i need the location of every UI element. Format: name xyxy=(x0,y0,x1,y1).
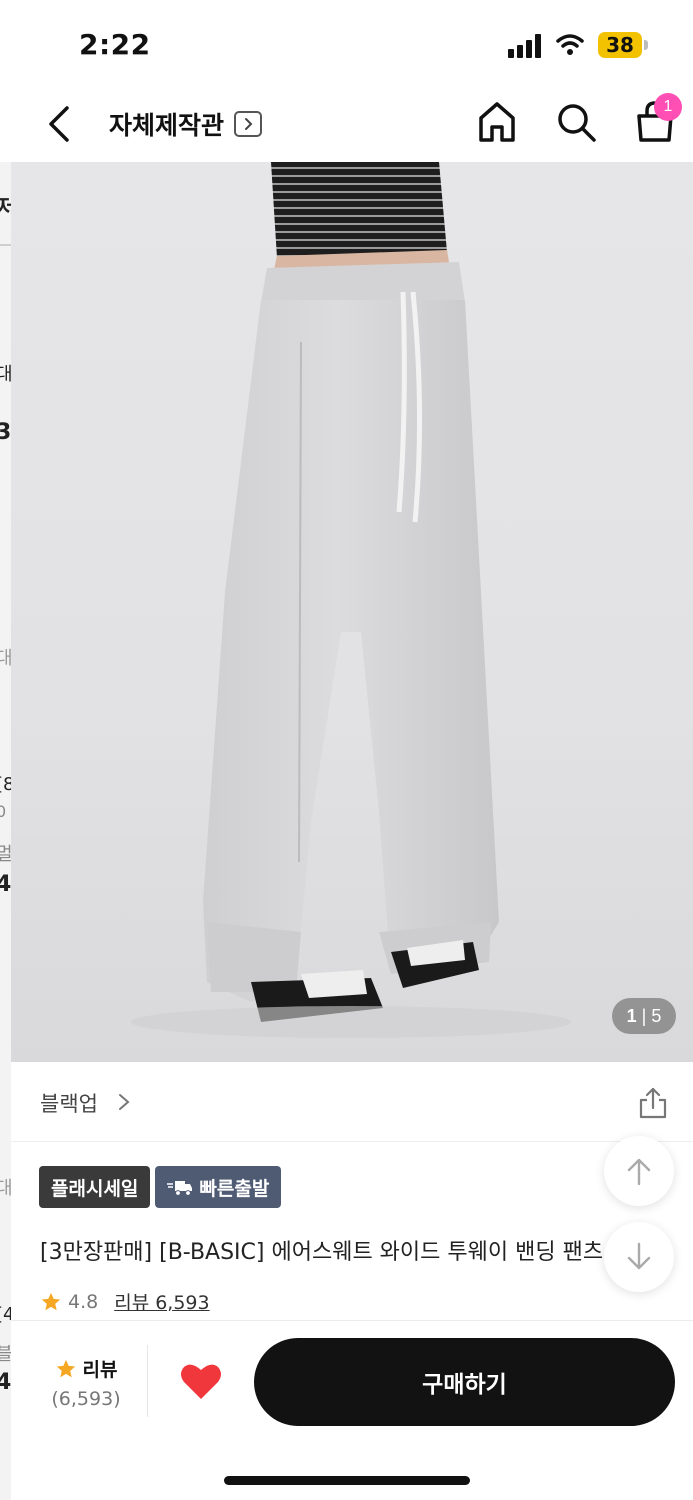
edge-fragment: 4 xyxy=(0,872,11,897)
cellular-signal-icon xyxy=(508,34,542,58)
page-title: 자체제작관 xyxy=(109,111,225,140)
pants-photo xyxy=(131,162,571,1038)
status-time: 2:22 xyxy=(79,28,151,61)
home-button[interactable] xyxy=(477,100,517,144)
delivery-truck-icon xyxy=(167,1181,193,1196)
edge-fragment: 0 xyxy=(0,802,7,821)
brand-row: 블랙업 xyxy=(11,1062,693,1142)
product-image[interactable]: 1 | 5 xyxy=(11,162,693,1062)
brand-link[interactable]: 블랙업 xyxy=(40,1088,98,1118)
chevron-right-icon xyxy=(234,111,263,137)
product-rating: 4.8 리뷰 6,593 xyxy=(40,1288,210,1315)
edge-fragment: 대 xyxy=(0,364,11,385)
edge-fragment: 멀 xyxy=(0,844,11,865)
edge-fragment: 4 xyxy=(0,1370,11,1395)
wifi-icon xyxy=(556,34,584,55)
search-button[interactable] xyxy=(554,100,598,144)
reviews-link[interactable]: 리뷰 6,593 xyxy=(114,1288,209,1315)
home-indicator xyxy=(224,1476,470,1485)
fast-shipping-badge: 빠른출발 xyxy=(155,1166,282,1208)
status-bar: 2:22 38 xyxy=(11,0,693,90)
star-icon xyxy=(56,1359,75,1377)
divider xyxy=(147,1345,148,1417)
edge-fragment: 대 xyxy=(0,648,11,669)
buy-button[interactable]: 구매하기 xyxy=(254,1338,675,1426)
edge-fragment: [4 xyxy=(0,1304,11,1325)
scroll-bottom-button[interactable] xyxy=(604,1222,674,1292)
edge-fragment: [8 xyxy=(0,774,11,795)
edge-fragment: 저 xyxy=(0,196,11,221)
review-label: 리뷰 xyxy=(82,1359,118,1381)
image-page-indicator: 1 | 5 xyxy=(612,998,676,1034)
chevron-right-icon xyxy=(119,1094,130,1110)
background-screen-edge: 저 대 3 대 [8 0 멀 4 대 [4 블 4 xyxy=(0,162,11,1500)
share-button[interactable] xyxy=(637,1086,669,1120)
edge-divider xyxy=(0,244,11,246)
cart-count-badge: 1 xyxy=(654,93,682,121)
like-heart-button[interactable] xyxy=(179,1361,223,1401)
product-badges: 플래시세일 빠른출발 xyxy=(39,1166,282,1208)
edge-fragment: 블 xyxy=(0,1344,11,1365)
product-detail-screen: 2:22 38 자체제작관 1 1 | 5 블랙업 플래시세일 빠른출발 [3만… xyxy=(11,0,693,1500)
scroll-top-button[interactable] xyxy=(604,1136,674,1206)
review-summary-button[interactable]: 리뷰 (6,593) xyxy=(41,1355,131,1410)
review-count: (6,593) xyxy=(51,1388,121,1410)
edge-fragment: 3 xyxy=(0,420,11,445)
back-button[interactable] xyxy=(39,102,83,146)
store-link[interactable]: 자체제작관 xyxy=(109,104,263,144)
edge-fragment: 대 xyxy=(0,1178,11,1199)
arrow-up-icon xyxy=(627,1158,651,1186)
battery-icon: 38 xyxy=(598,32,648,58)
bottom-action-bar: 리뷰 (6,593) 구매하기 xyxy=(11,1320,693,1500)
flash-sale-badge: 플래시세일 xyxy=(39,1166,151,1208)
top-navigation: 자체제작관 xyxy=(11,90,693,162)
rating-score: 4.8 xyxy=(68,1290,99,1313)
star-icon xyxy=(41,1292,61,1310)
arrow-down-icon xyxy=(627,1242,651,1270)
product-title: [3만장판매] [B-BASIC] 에어스웨트 와이드 투웨이 밴딩 팬츠 xyxy=(40,1240,604,1265)
battery-level: 38 xyxy=(606,33,634,57)
